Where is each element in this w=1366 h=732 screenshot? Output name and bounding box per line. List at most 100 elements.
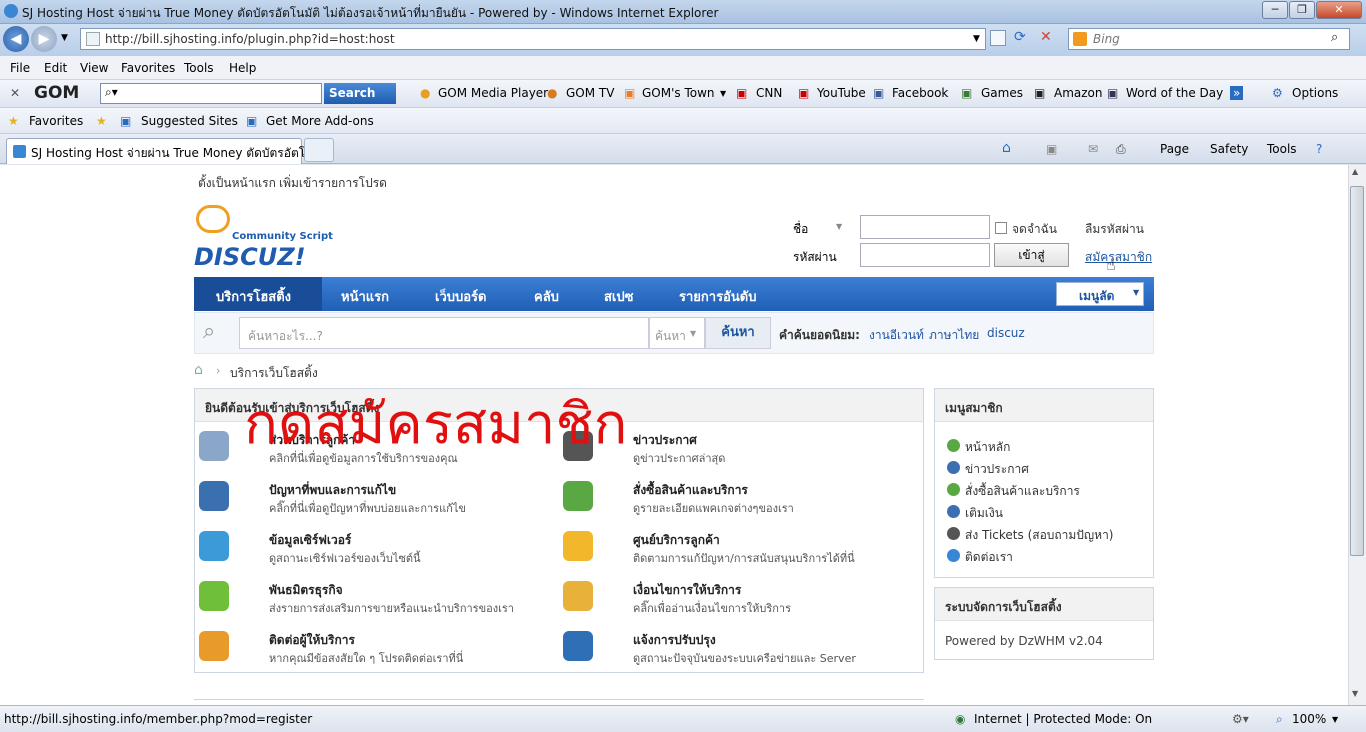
- menu-tools[interactable]: Tools: [184, 61, 214, 75]
- member-menu-item[interactable]: เติมเงิน: [965, 504, 1003, 523]
- service-title[interactable]: เงื่อนไขการให้บริการ: [633, 581, 741, 600]
- history-dropdown-icon[interactable]: ▼: [61, 33, 68, 43]
- hot-search-item[interactable]: งานอีเวนท์: [869, 326, 924, 345]
- refresh-icon[interactable]: ⟳: [1014, 29, 1026, 45]
- member-menu-item[interactable]: ส่ง Tickets (สอบถามปัญหา): [965, 526, 1113, 545]
- service-icon[interactable]: [199, 631, 229, 661]
- service-title[interactable]: สั่งซื้อสินค้าและบริการ: [633, 481, 748, 500]
- service-title[interactable]: แจ้งการปรับปรุง: [633, 631, 716, 650]
- service-title[interactable]: ข้อมูลเซิร์ฟเวอร์: [269, 531, 351, 550]
- minimize-button[interactable]: ─: [1262, 1, 1288, 19]
- favorite-get-more-addons[interactable]: Get More Add-ons: [266, 114, 374, 128]
- nav-hosting[interactable]: บริการโฮสติ้ง: [216, 286, 291, 307]
- compat-view-icon[interactable]: [990, 30, 1006, 46]
- toplink-set-homepage[interactable]: ตั้งเป็นหน้าแรก: [198, 174, 276, 193]
- nav-home[interactable]: หน้าแรก: [341, 286, 389, 307]
- member-menu-item[interactable]: สั่งซื้อสินค้าและบริการ: [965, 482, 1080, 501]
- home-icon[interactable]: ⌂: [1002, 140, 1011, 156]
- menu-help[interactable]: Help: [229, 61, 256, 75]
- back-button[interactable]: ◀: [3, 26, 29, 52]
- zoom-dropdown-icon[interactable]: ▼: [1332, 715, 1338, 724]
- remember-checkbox[interactable]: [995, 222, 1007, 234]
- username-input[interactable]: [860, 215, 990, 239]
- nav-club[interactable]: คลับ: [534, 286, 559, 307]
- service-icon[interactable]: [199, 531, 229, 561]
- service-icon[interactable]: [199, 431, 229, 461]
- nav-space[interactable]: สเปซ: [604, 286, 633, 307]
- protected-mode-icon[interactable]: ⚙▾: [1232, 712, 1249, 726]
- nav-webboard[interactable]: เว็บบอร์ด: [435, 286, 486, 307]
- menu-file[interactable]: File: [10, 61, 30, 75]
- login-type-dropdown-icon[interactable]: ▼: [836, 222, 842, 231]
- service-icon[interactable]: [199, 481, 229, 511]
- site-logo[interactable]: Community Script DISCUZ!: [194, 203, 333, 271]
- breadcrumb[interactable]: บริการเว็บโฮสติ้ง: [230, 364, 318, 383]
- nav-ranking[interactable]: รายการอันดับ: [679, 286, 756, 307]
- new-tab-button[interactable]: [304, 138, 334, 162]
- service-icon[interactable]: [563, 581, 593, 611]
- toolbar-options[interactable]: Options: [1292, 86, 1338, 100]
- member-menu-item[interactable]: ติดต่อเรา: [965, 548, 1013, 567]
- menu-view[interactable]: View: [80, 61, 108, 75]
- cmd-page[interactable]: Page: [1160, 142, 1189, 156]
- quick-menu-button[interactable]: เมนูลัด ▼: [1056, 282, 1144, 306]
- search-type-select[interactable]: ค้นหา ▼: [649, 317, 705, 349]
- member-menu-item[interactable]: ข่าวประกาศ: [965, 460, 1029, 479]
- dropdown-arrow-icon[interactable]: ▼: [720, 89, 726, 98]
- close-button[interactable]: ✕: [1316, 1, 1362, 19]
- menu-favorites[interactable]: Favorites: [121, 61, 175, 75]
- toolbar-item-goms-town[interactable]: GOM's Town: [642, 86, 715, 100]
- gom-search-input[interactable]: ⌕▾: [100, 83, 322, 104]
- toolbar-item-games[interactable]: Games: [981, 86, 1023, 100]
- favorite-suggested-sites[interactable]: Suggested Sites: [141, 114, 238, 128]
- menu-edit[interactable]: Edit: [44, 61, 67, 75]
- feeds-icon[interactable]: ▣: [1046, 142, 1057, 156]
- site-search-input[interactable]: ค้นหาอะไร...?: [239, 317, 649, 349]
- help-icon[interactable]: ?: [1316, 142, 1322, 156]
- cmd-tools[interactable]: Tools: [1267, 142, 1297, 156]
- toolbar-item-gom-tv[interactable]: GOM TV: [566, 86, 614, 100]
- service-icon[interactable]: [563, 481, 593, 511]
- service-title[interactable]: ปัญหาที่พบและการแก้ไข: [269, 481, 396, 500]
- hot-search-item[interactable]: discuz: [987, 326, 1025, 340]
- forgot-password-link[interactable]: ลืมรหัสผ่าน: [1085, 220, 1144, 239]
- search-icon[interactable]: ⌕: [1331, 30, 1338, 45]
- service-icon[interactable]: [563, 631, 593, 661]
- gom-search-button[interactable]: Search: [324, 83, 396, 104]
- service-title[interactable]: ศูนย์บริการลูกค้า: [633, 531, 720, 550]
- toolbar-close-icon[interactable]: ✕: [10, 86, 20, 100]
- toolbar-item-cnn[interactable]: CNN: [756, 86, 782, 100]
- favorites-button[interactable]: Favorites: [29, 114, 83, 128]
- login-button[interactable]: เข้าสู่: [994, 243, 1069, 267]
- member-menu-item[interactable]: หน้าหลัก: [965, 438, 1010, 457]
- toolbar-item-facebook[interactable]: Facebook: [892, 86, 948, 100]
- maximize-button[interactable]: ❐: [1289, 1, 1315, 19]
- forward-button[interactable]: ▶: [31, 26, 57, 52]
- tab-active[interactable]: SJ Hosting Host จ่ายผ่าน True Money ตัดบ…: [6, 138, 325, 164]
- hot-search-item[interactable]: ภาษาไทย: [929, 326, 979, 345]
- password-input[interactable]: [860, 243, 990, 267]
- register-link[interactable]: สมัครสมาชิก: [1085, 248, 1152, 267]
- mail-icon[interactable]: ✉: [1088, 142, 1098, 156]
- scroll-down-icon[interactable]: ▼: [1352, 689, 1358, 698]
- service-icon[interactable]: [199, 581, 229, 611]
- toolbar-item-gom-media-player[interactable]: GOM Media Player: [438, 86, 548, 100]
- print-icon[interactable]: ⎙: [1116, 142, 1126, 157]
- cmd-safety[interactable]: Safety: [1210, 142, 1248, 156]
- address-dropdown-icon[interactable]: ▼: [973, 34, 980, 44]
- search-box[interactable]: Bing ⌕: [1068, 28, 1350, 50]
- service-icon[interactable]: [563, 531, 593, 561]
- stop-icon[interactable]: ✕: [1040, 29, 1052, 45]
- scrollbar-thumb[interactable]: [1350, 186, 1364, 556]
- toplink-add-favorite[interactable]: เพิ่มเข้ารายการโปรด: [279, 174, 387, 193]
- toolbar-item-word-of-the-day[interactable]: Word of the Day: [1126, 86, 1223, 100]
- zoom-level[interactable]: 100%: [1292, 712, 1326, 726]
- service-title[interactable]: ข่าวประกาศ: [633, 431, 697, 450]
- add-favorite-icon[interactable]: ★: [96, 114, 107, 128]
- more-icon[interactable]: »: [1230, 86, 1244, 100]
- site-search-button[interactable]: ค้นหา: [705, 317, 771, 349]
- scroll-up-icon[interactable]: ▲: [1352, 167, 1358, 176]
- breadcrumb-home-icon[interactable]: ⌂: [194, 362, 203, 378]
- toolbar-item-amazon[interactable]: Amazon: [1054, 86, 1103, 100]
- service-title[interactable]: พันธมิตรธุรกิจ: [269, 581, 343, 600]
